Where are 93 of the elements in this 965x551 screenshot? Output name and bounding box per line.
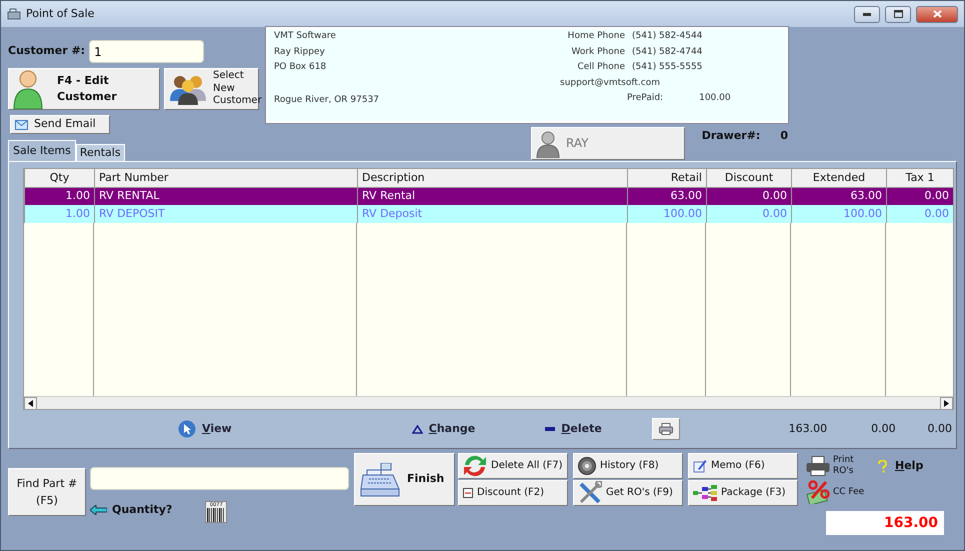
maximize-icon	[894, 10, 902, 18]
total-amount: 163.00	[788, 420, 828, 437]
minus-icon	[545, 427, 556, 432]
table-cell: 1.00	[24, 187, 94, 205]
customer-number-field[interactable]: 1	[89, 40, 204, 63]
column-header[interactable]: Discount	[706, 169, 792, 187]
table-cell: RV RENTAL	[94, 187, 358, 205]
minus-box-icon	[463, 488, 473, 498]
info-text: Ray Rippey	[274, 46, 326, 58]
person-icon	[13, 69, 43, 109]
action-button[interactable]: Discount (F2)	[458, 480, 568, 506]
drawer-number: 0	[780, 128, 788, 144]
action-button[interactable]: Delete All (F7)	[458, 453, 568, 479]
table-cell: RV DEPOSIT	[94, 205, 358, 223]
info-text: Rogue River, OR 97537	[274, 94, 380, 107]
table-cell: 63.00	[792, 187, 886, 205]
phone-number: (541) 582-4744	[632, 46, 702, 58]
part-search-field[interactable]	[90, 467, 349, 490]
tab[interactable]: Sale Items	[8, 140, 76, 161]
register-icon	[7, 8, 21, 20]
find-part-button[interactable]: Find Part # (F5)	[8, 468, 86, 516]
action-button[interactable]: Get RO's (F9)	[573, 480, 683, 506]
printer-icon	[658, 423, 673, 436]
cc-fee-link[interactable]: CC Fee	[806, 479, 878, 505]
table-cell: 1.00	[24, 205, 94, 223]
table-cell: 0.00	[706, 205, 792, 223]
cursor-icon	[178, 420, 196, 438]
phone-label: Home Phone	[566, 30, 625, 43]
info-text: PO Box 618	[274, 61, 328, 74]
question-icon	[878, 460, 887, 472]
grand-total: 163.00	[826, 511, 944, 535]
prepaid-label: PrePaid:	[627, 92, 664, 105]
help-link[interactable]: Help	[878, 453, 942, 479]
printer-icon	[806, 456, 830, 476]
quantity-label: Quantity?	[112, 502, 172, 518]
notepad-icon	[693, 459, 707, 473]
maximize-button[interactable]	[885, 6, 911, 22]
send-email-button[interactable]: Send Email	[10, 115, 110, 134]
minimize-icon	[863, 12, 871, 16]
percent-icon	[806, 480, 830, 504]
cash-register-icon	[359, 462, 401, 496]
tab[interactable]: Rentals	[76, 144, 125, 161]
person-icon	[536, 130, 560, 158]
customer-button[interactable]: F4 - Edit Customer	[8, 68, 160, 110]
table-cell: RV Deposit	[358, 205, 628, 223]
flowchart-icon	[693, 485, 717, 501]
row-action-link[interactable]: Delete	[545, 420, 602, 438]
table-cell: RV Rental	[358, 187, 628, 205]
phone-number: (541) 582-4544	[632, 30, 702, 43]
total-amount: 0.00	[870, 420, 896, 437]
close-button[interactable]	[916, 6, 958, 22]
action-button[interactable]: Memo (F6)	[688, 453, 798, 479]
field-label: Customer #:	[8, 43, 86, 60]
tools-icon	[578, 481, 602, 505]
action-button[interactable]: Package (F3)	[688, 480, 798, 506]
left-arrow-icon	[28, 400, 33, 408]
row-action-link[interactable]: View	[178, 420, 232, 438]
table-cell: 0.00	[886, 187, 954, 205]
envelope-icon	[15, 119, 28, 130]
print-button[interactable]	[652, 418, 680, 440]
table-cell: 63.00	[628, 187, 706, 205]
phone-number: (541) 555-5555	[632, 61, 702, 74]
column-header[interactable]: Qty	[24, 169, 94, 187]
column-header[interactable]: Description	[358, 169, 628, 187]
column-header[interactable]: Retail	[628, 169, 706, 187]
table-cell: 100.00	[628, 205, 706, 223]
horizontal-scrollbar[interactable]	[24, 396, 953, 410]
table-cell: 0.00	[706, 187, 792, 205]
minimize-button[interactable]	[854, 6, 880, 22]
column-header[interactable]: Tax 1	[886, 169, 954, 187]
right-arrow-icon	[944, 400, 949, 408]
phone-label: Cell Phone	[576, 61, 625, 74]
finish-button[interactable]: Finish	[354, 453, 455, 506]
drawer-label: Drawer#:	[702, 128, 760, 144]
prepaid-amount: 100.00	[699, 92, 731, 105]
action-button[interactable]: History (F8)	[573, 453, 683, 479]
left-arrow-icon	[90, 505, 107, 515]
window-title: Point of Sale	[26, 6, 94, 22]
close-icon	[932, 10, 942, 18]
info-text: VMT Software	[274, 30, 337, 43]
email-address: support@vmtsoft.com	[560, 76, 661, 90]
row-action-link[interactable]: Change	[412, 420, 476, 438]
total-amount: 0.00	[926, 420, 952, 437]
column-header[interactable]: Part Number	[94, 169, 358, 187]
print-ros-link[interactable]: Print RO's	[806, 453, 878, 479]
phone-label: Work Phone	[570, 46, 625, 58]
table-cell: 0.00	[886, 205, 954, 223]
column-header[interactable]: Extended	[792, 169, 886, 187]
people-icon	[169, 73, 207, 105]
disc-icon	[578, 457, 596, 475]
refresh-icon	[463, 454, 487, 478]
triangle-icon	[412, 424, 423, 434]
table-cell: 100.00	[792, 205, 886, 223]
